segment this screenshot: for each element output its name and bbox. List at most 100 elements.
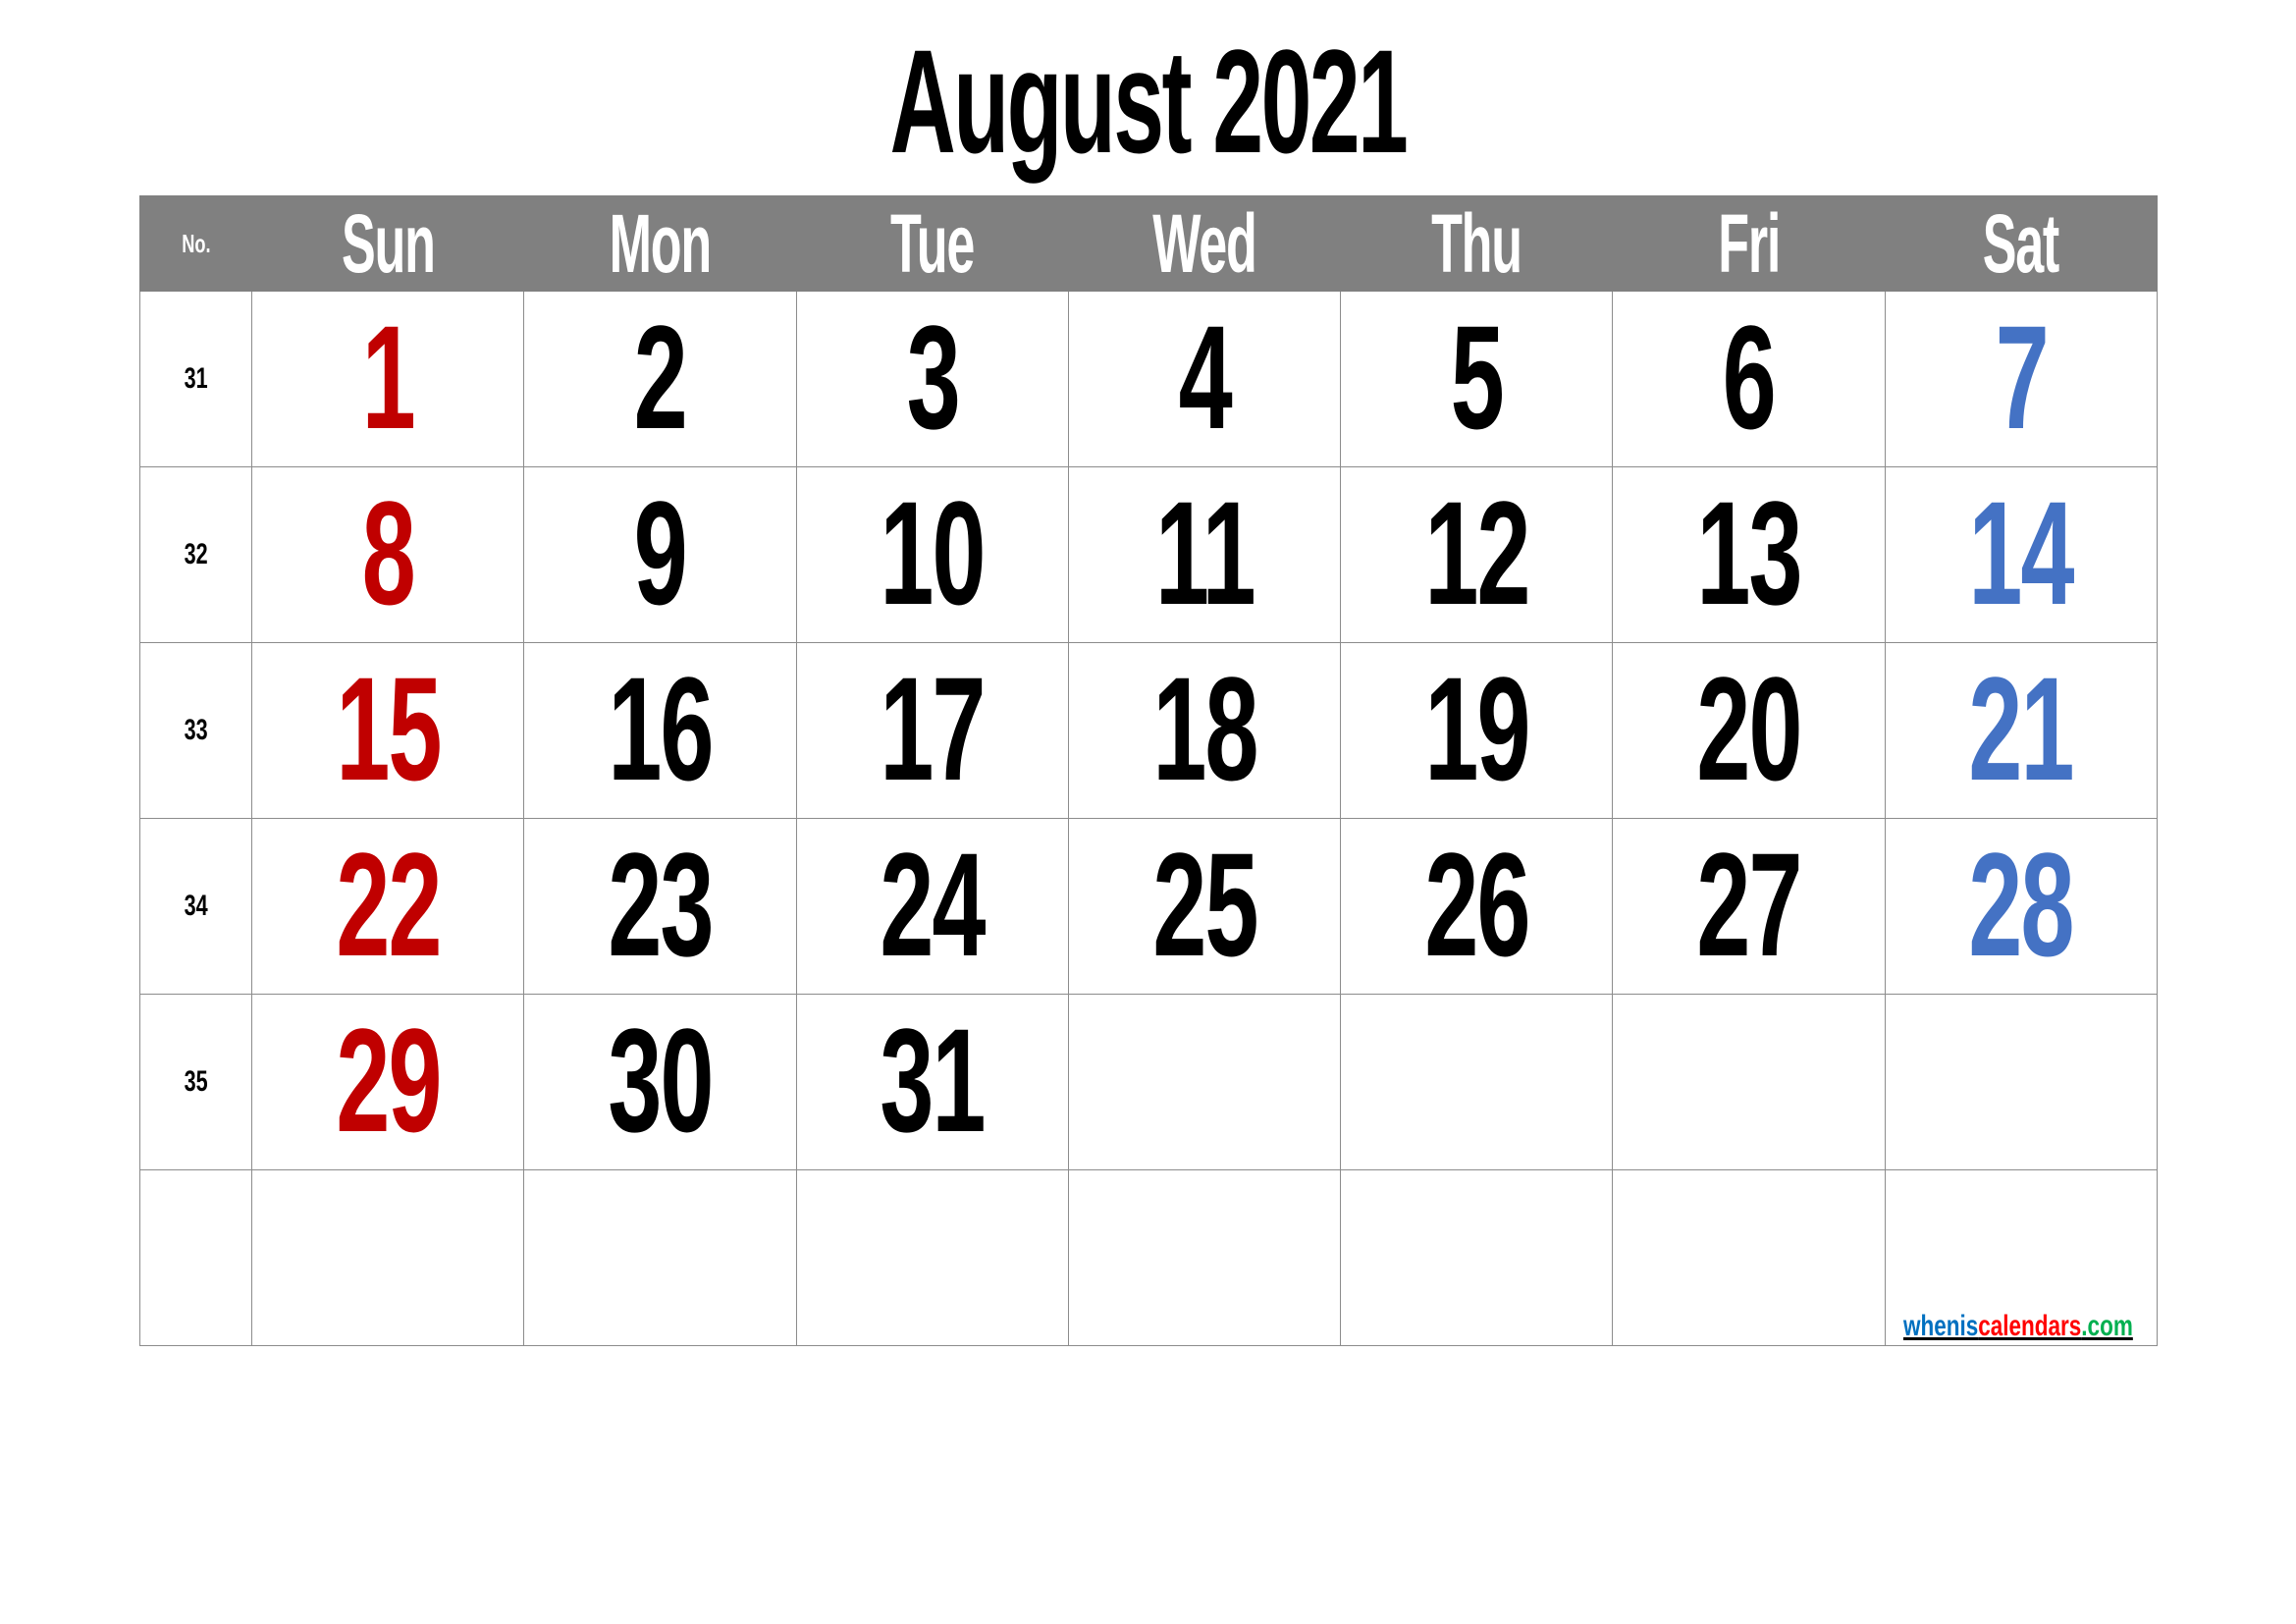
day-cell bbox=[1067, 994, 1342, 1170]
day-cell: 30 bbox=[523, 994, 797, 1170]
day-number: 1 bbox=[361, 295, 416, 460]
day-cell: 4 bbox=[1067, 291, 1342, 467]
day-number: 31 bbox=[880, 998, 987, 1163]
day-cell: 14 bbox=[1884, 466, 2159, 643]
day-header-wed: Wed bbox=[1067, 195, 1342, 292]
day-number: 27 bbox=[1696, 822, 1802, 987]
day-number: 26 bbox=[1424, 822, 1530, 987]
day-number: 16 bbox=[608, 646, 714, 811]
day-cell bbox=[795, 1169, 1069, 1346]
day-number: 30 bbox=[608, 998, 714, 1163]
day-cell bbox=[523, 1169, 797, 1346]
day-cell bbox=[1067, 1169, 1342, 1346]
day-header-mon: Mon bbox=[523, 195, 797, 292]
weekday-header-row: No. Sun Mon Tue Wed Thu Fri Sat bbox=[138, 195, 2159, 292]
day-cell: 13 bbox=[1612, 466, 1886, 643]
week-number-cell: 35 bbox=[138, 994, 253, 1170]
day-number: 19 bbox=[1424, 646, 1530, 811]
day-number: 24 bbox=[880, 822, 987, 987]
day-cell: 2 bbox=[523, 291, 797, 467]
day-number: 13 bbox=[1696, 470, 1802, 635]
day-number: 2 bbox=[633, 295, 688, 460]
day-cell: 23 bbox=[523, 818, 797, 995]
day-cell: 20 bbox=[1612, 642, 1886, 819]
week-row: 31 1 2 3 4 5 6 7 bbox=[138, 291, 2159, 467]
day-number: 23 bbox=[608, 822, 714, 987]
week-number-cell: 31 bbox=[138, 291, 253, 467]
week-number-cell: 33 bbox=[138, 642, 253, 819]
day-cell: 17 bbox=[795, 642, 1069, 819]
day-cell: 9 bbox=[523, 466, 797, 643]
day-cell: 3 bbox=[795, 291, 1069, 467]
week-row: wheniscalendars.com bbox=[138, 1169, 2159, 1346]
day-cell: 16 bbox=[523, 642, 797, 819]
day-cell bbox=[1612, 1169, 1886, 1346]
week-number-cell: 32 bbox=[138, 466, 253, 643]
day-number: 5 bbox=[1450, 295, 1505, 460]
day-cell: wheniscalendars.com bbox=[1884, 1169, 2159, 1346]
day-number: 15 bbox=[336, 646, 442, 811]
day-cell bbox=[1340, 994, 1614, 1170]
day-number: 4 bbox=[1178, 295, 1232, 460]
week-row: 33 15 16 17 18 19 20 21 bbox=[138, 642, 2159, 819]
day-number: 6 bbox=[1723, 295, 1777, 460]
day-cell: 18 bbox=[1067, 642, 1342, 819]
week-number-cell bbox=[138, 1169, 253, 1346]
day-cell: 21 bbox=[1884, 642, 2159, 819]
day-header-fri: Fri bbox=[1612, 195, 1886, 292]
day-cell: 10 bbox=[795, 466, 1069, 643]
day-cell: 6 bbox=[1612, 291, 1886, 467]
week-number: 33 bbox=[184, 714, 208, 746]
day-number: 7 bbox=[1995, 295, 2049, 460]
day-header-sat: Sat bbox=[1884, 195, 2159, 292]
day-cell: 8 bbox=[251, 466, 525, 643]
week-number: 32 bbox=[184, 538, 208, 570]
day-cell: 15 bbox=[251, 642, 525, 819]
day-cell bbox=[1884, 994, 2159, 1170]
day-cell: 24 bbox=[795, 818, 1069, 995]
day-cell: 19 bbox=[1340, 642, 1614, 819]
day-number: 8 bbox=[361, 470, 416, 635]
day-number: 29 bbox=[336, 998, 442, 1163]
day-cell: 29 bbox=[251, 994, 525, 1170]
week-row: 34 22 23 24 25 26 27 28 bbox=[138, 818, 2159, 995]
day-cell bbox=[1612, 994, 1886, 1170]
day-number: 14 bbox=[1968, 470, 2075, 635]
day-cell: 11 bbox=[1067, 466, 1342, 643]
week-number-header: No. bbox=[138, 195, 253, 292]
day-cell: 28 bbox=[1884, 818, 2159, 995]
week-number: 34 bbox=[184, 890, 208, 922]
day-cell: 25 bbox=[1067, 818, 1342, 995]
calendar-grid: No. Sun Mon Tue Wed Thu Fri Sat 31 1 2 3 4 5 6… bbox=[138, 195, 2159, 1346]
watermark-part3: .com bbox=[2081, 1310, 2133, 1342]
day-number: 18 bbox=[1151, 646, 1258, 811]
day-number: 28 bbox=[1968, 822, 2075, 987]
day-cell: 5 bbox=[1340, 291, 1614, 467]
watermark-link[interactable]: wheniscalendars.com bbox=[1903, 1310, 2133, 1343]
day-number: 17 bbox=[880, 646, 987, 811]
day-number: 22 bbox=[336, 822, 442, 987]
day-number: 10 bbox=[880, 470, 987, 635]
day-header-sun: Sun bbox=[251, 195, 525, 292]
day-number: 25 bbox=[1151, 822, 1258, 987]
week-number: 31 bbox=[184, 362, 208, 395]
day-cell bbox=[1340, 1169, 1614, 1346]
watermark-part2: calendars bbox=[1978, 1310, 2082, 1342]
day-number: 3 bbox=[906, 295, 960, 460]
day-number: 12 bbox=[1424, 470, 1530, 635]
day-cell: 26 bbox=[1340, 818, 1614, 995]
week-row: 35 29 30 31 bbox=[138, 994, 2159, 1170]
calendar-title: August 2021 bbox=[889, 19, 1409, 184]
day-header-tue: Tue bbox=[795, 195, 1069, 292]
week-number-cell: 34 bbox=[138, 818, 253, 995]
day-number: 21 bbox=[1968, 646, 2075, 811]
day-number: 11 bbox=[1154, 470, 1256, 635]
day-cell: 12 bbox=[1340, 466, 1614, 643]
day-cell: 7 bbox=[1884, 291, 2159, 467]
day-cell bbox=[251, 1169, 525, 1346]
day-cell: 27 bbox=[1612, 818, 1886, 995]
day-cell: 1 bbox=[251, 291, 525, 467]
day-number: 20 bbox=[1696, 646, 1802, 811]
day-cell: 22 bbox=[251, 818, 525, 995]
week-number: 35 bbox=[184, 1065, 208, 1098]
